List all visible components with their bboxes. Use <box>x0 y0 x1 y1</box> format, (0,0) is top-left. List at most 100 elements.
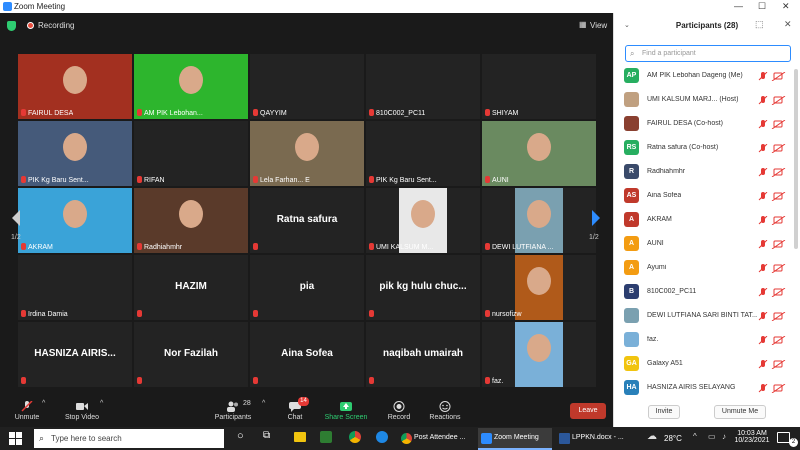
participant-mic-video-status-icon <box>758 72 786 81</box>
next-page-icon[interactable] <box>590 208 602 228</box>
chrome-icon[interactable] <box>349 431 361 443</box>
task-view-icon[interactable]: ⧉ <box>263 430 270 441</box>
share-screen-button[interactable]: Share Screen <box>321 397 371 427</box>
file-explorer-icon[interactable] <box>294 432 306 442</box>
participant-tile[interactable]: HAZIM <box>134 255 248 320</box>
participant-row[interactable]: DEWI LUTFIANA SARI BINTI TAT... <box>614 304 800 328</box>
participant-mic-video-status-icon <box>758 120 786 129</box>
windows-start-icon[interactable] <box>9 432 22 445</box>
participant-row[interactable]: A Ayumi <box>614 256 800 280</box>
participant-tile[interactable]: Irdina Damia <box>18 255 132 320</box>
taskbar-word-window[interactable]: LPPKN.docx - ... <box>556 428 630 450</box>
panel-close-icon[interactable]: ✕ <box>784 19 792 30</box>
participant-row[interactable]: A AKRAM <box>614 208 800 232</box>
participant-row[interactable]: AP AM PIK Lebohan Dageng (Me) <box>614 64 800 88</box>
maximize-icon[interactable]: ☐ <box>758 1 766 12</box>
participant-row[interactable]: faz. <box>614 328 800 352</box>
chat-button[interactable]: Chat <box>270 397 320 427</box>
muted-mic-icon <box>369 243 374 250</box>
clock-date: 10/23/2021 <box>734 437 770 444</box>
participant-row[interactable]: GA Galaxy A51 <box>614 352 800 376</box>
participant-tile[interactable]: UMI KALSUM M... <box>366 188 480 253</box>
previous-page-icon[interactable] <box>10 208 22 228</box>
taskbar-search-input[interactable]: ⌕ Type here to search <box>34 429 224 448</box>
participant-tile[interactable]: Lela Farhan... E <box>250 121 364 186</box>
participant-tile[interactable]: naqibah umairah <box>366 322 480 387</box>
participant-row[interactable]: FAIRUL DESA (Co-host) <box>614 112 800 136</box>
find-participant-placeholder: Find a participant <box>642 50 696 57</box>
find-participant-input[interactable]: ⌕ Find a participant <box>625 45 791 62</box>
reactions-button[interactable]: Reactions <box>420 397 470 427</box>
tile-name-label <box>253 310 260 318</box>
view-grid-icon[interactable]: ▦ <box>579 20 587 29</box>
participant-row[interactable]: HA HASNIZA AIRIS SELAYANG <box>614 376 800 400</box>
record-label: Record <box>387 414 411 421</box>
participant-row[interactable]: UMI KALSUM MARJ... (Host) <box>614 88 800 112</box>
muted-mic-icon <box>21 310 26 317</box>
tile-name-label: AUNI <box>485 176 509 184</box>
participant-tile[interactable]: nursofizw <box>482 255 596 320</box>
participant-tile[interactable]: faz. <box>482 322 596 387</box>
participant-avatar: B <box>624 284 639 299</box>
participant-tile[interactable]: HASNIZA AIRIS... <box>18 322 132 387</box>
unmute-me-button[interactable]: Unmute Me <box>714 405 766 419</box>
participant-tile[interactable]: DEWI LUTFIANA ... <box>482 188 596 253</box>
system-clock[interactable]: 10:03 AM 10/23/2021 <box>732 430 772 444</box>
participant-tile[interactable]: AKRAM <box>18 188 132 253</box>
participant-tile[interactable]: Aina Sofea <box>250 322 364 387</box>
participant-tile[interactable]: Radhiahmhr <box>134 188 248 253</box>
show-hidden-icons-chevron-icon[interactable]: ^ <box>693 432 697 441</box>
invite-button[interactable]: Invite <box>648 405 680 419</box>
participant-name: UMI KALSUM MARJ... (Host) <box>647 96 739 103</box>
tile-display-name: Ratna safura <box>276 214 338 225</box>
security-shield-icon[interactable] <box>7 21 16 31</box>
edge-icon[interactable] <box>376 431 388 443</box>
participant-tile[interactable]: Ratna safura <box>250 188 364 253</box>
participant-tile[interactable]: FAIRUL DESA <box>18 54 132 119</box>
taskbar-edge-window[interactable]: Post Attendee ... <box>398 428 476 450</box>
participant-name: AKRAM <box>647 216 672 223</box>
cortana-icon[interactable]: ○ <box>237 430 244 442</box>
close-icon[interactable]: ✕ <box>782 1 790 12</box>
participants-label: Participants <box>214 414 252 421</box>
record-button[interactable]: Record <box>374 397 424 427</box>
participant-row[interactable]: R Radhiahmhr <box>614 160 800 184</box>
participant-tile[interactable]: PIK Kg Baru Sent... <box>18 121 132 186</box>
taskbar-zoom-window[interactable]: Zoom Meeting <box>478 428 552 450</box>
tile-name-label: DEWI LUTFIANA ... <box>485 243 553 251</box>
participant-tile[interactable]: AUNI <box>482 121 596 186</box>
minimize-icon[interactable]: — <box>734 1 743 11</box>
participants-options-chevron-icon[interactable]: ^ <box>262 400 265 407</box>
participant-tile[interactable]: 810C002_PC11 <box>366 54 480 119</box>
audio-options-chevron-icon[interactable]: ^ <box>42 400 45 407</box>
participant-name: Aina Sofea <box>647 192 682 199</box>
tile-name-text: PIK Kg Baru Sent... <box>28 177 89 184</box>
participant-name: Galaxy A51 <box>647 360 683 367</box>
leave-button[interactable]: Leave <box>570 403 606 419</box>
participant-row[interactable]: B 810C002_PC11 <box>614 280 800 304</box>
volume-icon[interactable]: ♪ <box>722 432 726 441</box>
store-icon[interactable] <box>320 431 332 443</box>
participant-row[interactable]: RS Ratna safura (Co-host) <box>614 136 800 160</box>
video-options-chevron-icon[interactable]: ^ <box>100 400 103 407</box>
weather-cloud-icon[interactable]: ☁ <box>647 431 657 442</box>
participant-tile[interactable]: AM PIK Lebohan... <box>134 54 248 119</box>
participant-tile[interactable]: Nor Fazilah <box>134 322 248 387</box>
participant-tile[interactable]: pia <box>250 255 364 320</box>
tile-name-label: FAIRUL DESA <box>21 109 73 117</box>
muted-mic-icon <box>137 176 142 183</box>
participant-tile[interactable]: QAYYIM <box>250 54 364 119</box>
view-button[interactable]: View <box>590 21 607 30</box>
tile-name-label: RIFAN <box>137 176 165 184</box>
panel-popout-icon[interactable]: ⬚ <box>755 19 764 30</box>
tile-name-text: Irdina Damia <box>28 311 68 318</box>
participant-row[interactable]: AS Aina Sofea <box>614 184 800 208</box>
participant-tile[interactable]: PIK Kg Baru Sent... <box>366 121 480 186</box>
participant-tile[interactable]: RIFAN <box>134 121 248 186</box>
network-icon[interactable]: ▭ <box>708 432 716 441</box>
participant-tile[interactable]: pik kg hulu chuc... <box>366 255 480 320</box>
participant-row[interactable]: A AUNI <box>614 232 800 256</box>
participant-tile[interactable]: SHIYAM <box>482 54 596 119</box>
participants-scrollbar[interactable] <box>794 69 798 249</box>
tile-name-text: 810C002_PC11 <box>376 110 426 117</box>
